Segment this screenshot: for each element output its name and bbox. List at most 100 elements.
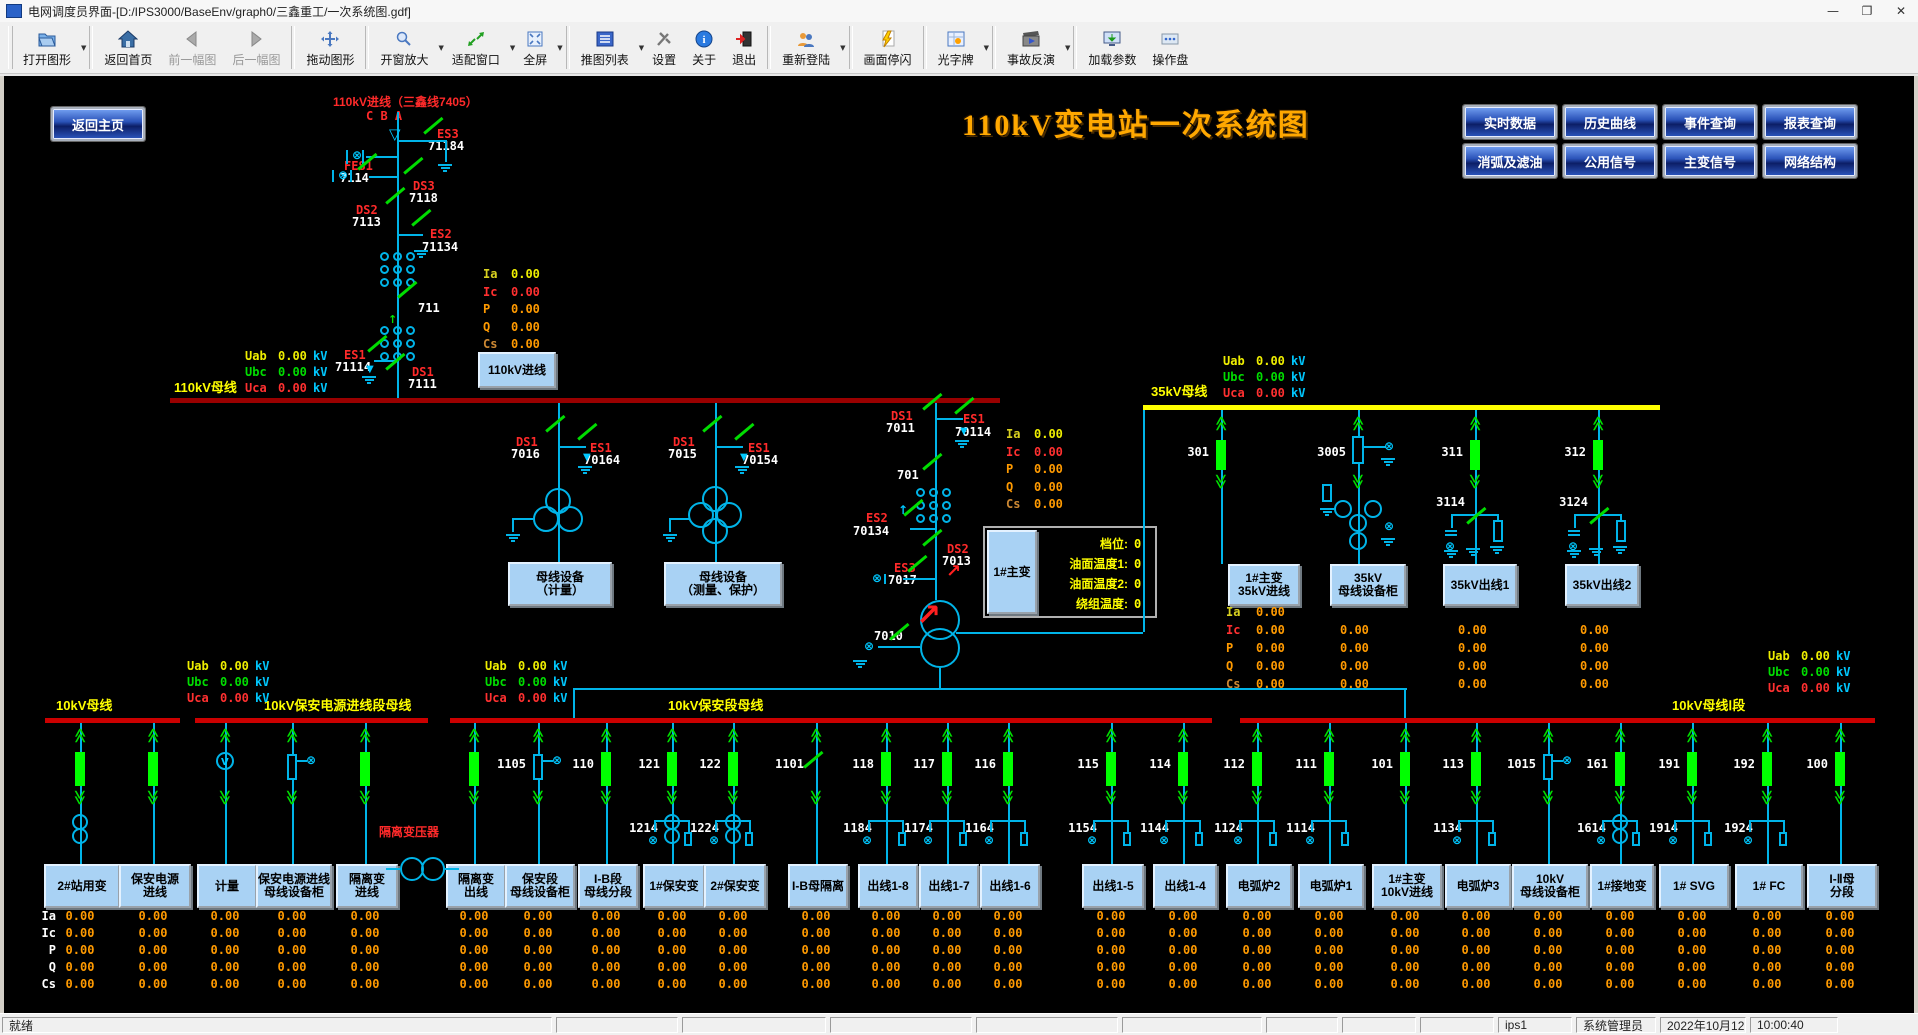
10kv-feeder-button[interactable]: 1#主变 10kV进线 [1372, 864, 1442, 908]
10kv-feeder-button[interactable]: 出线1-4 [1153, 864, 1217, 908]
breaker-closed[interactable] [1324, 752, 1334, 786]
toolbar-button-zoomwin[interactable]: 开窗放大 [372, 25, 436, 71]
busbar-metering-button[interactable]: 母线设备 （计量） [508, 562, 612, 606]
toolbar-button-board[interactable]: 光字牌 [930, 25, 982, 71]
dropdown-arrow-icon[interactable]: ▼ [840, 44, 845, 52]
dropdown-arrow-icon[interactable]: ▼ [81, 44, 86, 52]
nav-button-0-3[interactable]: 报表查询 [1765, 107, 1855, 137]
10kv-feeder-button[interactable]: 1# SVG [1659, 864, 1729, 908]
switch-open-icon[interactable] [403, 157, 423, 174]
breaker-closed[interactable] [1003, 752, 1013, 786]
toolbar-button-list[interactable]: 推图列表 [573, 25, 637, 71]
toolbar-button-settings[interactable]: 设置 [644, 25, 684, 71]
10kv-feeder-button[interactable]: 电弧炉1 [1298, 864, 1364, 908]
nav-button-0-1[interactable]: 历史曲线 [1565, 107, 1655, 137]
switch-open-icon[interactable] [803, 751, 823, 768]
10kv-feeder-button[interactable]: 出线1-8 [858, 864, 918, 908]
110kv-incoming-button[interactable]: 110kV进线 [478, 352, 556, 388]
35kv-feeder-button[interactable]: 35kV出线1 [1443, 564, 1517, 606]
toolbar-button-about[interactable]: i关于 [684, 25, 724, 71]
10kv-feeder-button[interactable]: I-Ⅱ母 分段 [1807, 864, 1877, 908]
breaker-closed[interactable] [881, 752, 891, 786]
toolbar-button-drag[interactable]: 拖动图形 [298, 25, 362, 71]
nav-button-1-1[interactable]: 公用信号 [1565, 146, 1655, 176]
breaker-closed[interactable] [1593, 440, 1603, 470]
breaker-closed[interactable] [728, 752, 738, 786]
toolbar-button-home[interactable]: 返回首页 [96, 25, 160, 71]
switch-open-icon[interactable] [702, 415, 722, 432]
10kv-feeder-button[interactable]: 出线1-6 [980, 864, 1040, 908]
switch-open-icon[interactable] [577, 423, 597, 440]
breaker-closed[interactable] [148, 752, 158, 786]
toolbar-button-open[interactable]: 打开图形 [15, 25, 79, 71]
toolbar-button-load[interactable]: 加载参数 [1080, 25, 1144, 71]
35kv-feeder-button[interactable]: 35kV出线2 [1565, 564, 1639, 606]
nav-button-0-2[interactable]: 事件查询 [1665, 107, 1755, 137]
breaker-closed[interactable] [1216, 440, 1226, 470]
10kv-feeder-button[interactable]: 出线1-7 [919, 864, 979, 908]
10kv-meas-value: 0.00 [1670, 927, 1714, 939]
10kv-feeder-button[interactable]: 2#保安变 [704, 864, 766, 908]
10kv-feeder-button[interactable]: I-B母隔离 [788, 864, 848, 908]
switch-open-icon[interactable] [385, 187, 405, 204]
breaker-closed[interactable] [601, 752, 611, 786]
toolbar-button-full[interactable]: 全屏 [515, 25, 555, 71]
breaker-closed[interactable] [1615, 752, 1625, 786]
breaker-closed[interactable] [667, 752, 677, 786]
10kv-feeder-button[interactable]: 10kV 母线设备柜 [1512, 864, 1588, 908]
breaker-closed[interactable] [1470, 440, 1480, 470]
10kv-feeder-button[interactable]: 保安电源进线 母线设备柜 [256, 864, 332, 908]
10kv-feeder-button[interactable]: 保安电源 进线 [119, 864, 191, 908]
switch-open-icon[interactable] [922, 453, 942, 470]
maximize-button[interactable]: ❐ [1850, 0, 1884, 22]
toolbar-button-panel[interactable]: 操作盘 [1144, 25, 1196, 71]
nav-button-0-0[interactable]: 实时数据 [1465, 107, 1555, 137]
breaker-closed[interactable] [469, 752, 479, 786]
10kv-feeder-button[interactable]: 1# FC [1735, 864, 1803, 908]
breaker-closed[interactable] [1471, 752, 1481, 786]
10kv-feeder-button[interactable]: 1#保安变 [643, 864, 705, 908]
10kv-feeder-button[interactable]: 电弧炉2 [1226, 864, 1292, 908]
breaker-closed[interactable] [1835, 752, 1845, 786]
breaker-closed[interactable] [360, 752, 370, 786]
breaker-closed[interactable] [1400, 752, 1410, 786]
minimize-button[interactable]: — [1816, 0, 1850, 22]
10kv-feeder-button[interactable]: I-B段 母线分段 [578, 864, 638, 908]
nav-button-1-2[interactable]: 主变信号 [1665, 146, 1755, 176]
dropdown-arrow-icon[interactable]: ▼ [984, 44, 989, 52]
nav-button-1-3[interactable]: 网络结构 [1765, 146, 1855, 176]
main-transformer-button[interactable]: 1#主变 [987, 530, 1037, 614]
10kv-feeder-button[interactable]: 隔离变 进线 [336, 864, 398, 908]
close-button[interactable]: ✕ [1884, 0, 1918, 22]
10kv-feeder-button[interactable]: 计量 [197, 864, 257, 908]
10kv-feeder-button[interactable]: 隔离变 出线 [446, 864, 506, 908]
breaker-closed[interactable] [75, 752, 85, 786]
10kv-feeder-button[interactable]: 2#站用变 [44, 864, 120, 908]
return-home-button[interactable]: 返回主页 [53, 109, 143, 139]
breaker-closed[interactable] [1178, 752, 1188, 786]
breaker-closed[interactable] [1687, 752, 1697, 786]
switch-open-icon[interactable] [922, 529, 942, 546]
breaker-closed[interactable] [942, 752, 952, 786]
10kv-feeder-button[interactable]: 保安段 母线设备柜 [505, 864, 575, 908]
10kv-feeder-button[interactable]: 出线1-5 [1082, 864, 1144, 908]
35kv-feeder-button[interactable]: 35kV 母线设备柜 [1330, 564, 1406, 606]
toolbar-button-replay[interactable]: 事故反演 [999, 25, 1063, 71]
switch-open-icon[interactable] [411, 209, 431, 226]
toolbar-button-flash[interactable]: 画面停闪 [856, 25, 920, 71]
breaker-closed[interactable] [1762, 752, 1772, 786]
toolbar-button-relogin[interactable]: 重新登陆 [774, 25, 838, 71]
10kv-feeder-button[interactable]: 电弧炉3 [1445, 864, 1511, 908]
35kv-feeder-button[interactable]: 1#主变 35kV进线 [1228, 564, 1300, 606]
switch-open-icon[interactable] [734, 423, 754, 440]
switch-open-icon[interactable] [545, 415, 565, 432]
toolbar-button-fit[interactable]: 适配窗口 [444, 25, 508, 71]
breaker-closed[interactable] [1106, 752, 1116, 786]
10kv-feeder-button[interactable]: 1#接地变 [1590, 864, 1654, 908]
nav-button-1-0[interactable]: 消弧及滤油 [1465, 146, 1555, 176]
busbar-protection-button[interactable]: 母线设备 （测量、保护） [664, 562, 782, 606]
dropdown-arrow-icon[interactable]: ▼ [1065, 44, 1070, 52]
breaker-closed[interactable] [1252, 752, 1262, 786]
dropdown-arrow-icon[interactable]: ▼ [557, 44, 562, 52]
toolbar-button-exit[interactable]: 退出 [724, 25, 764, 71]
